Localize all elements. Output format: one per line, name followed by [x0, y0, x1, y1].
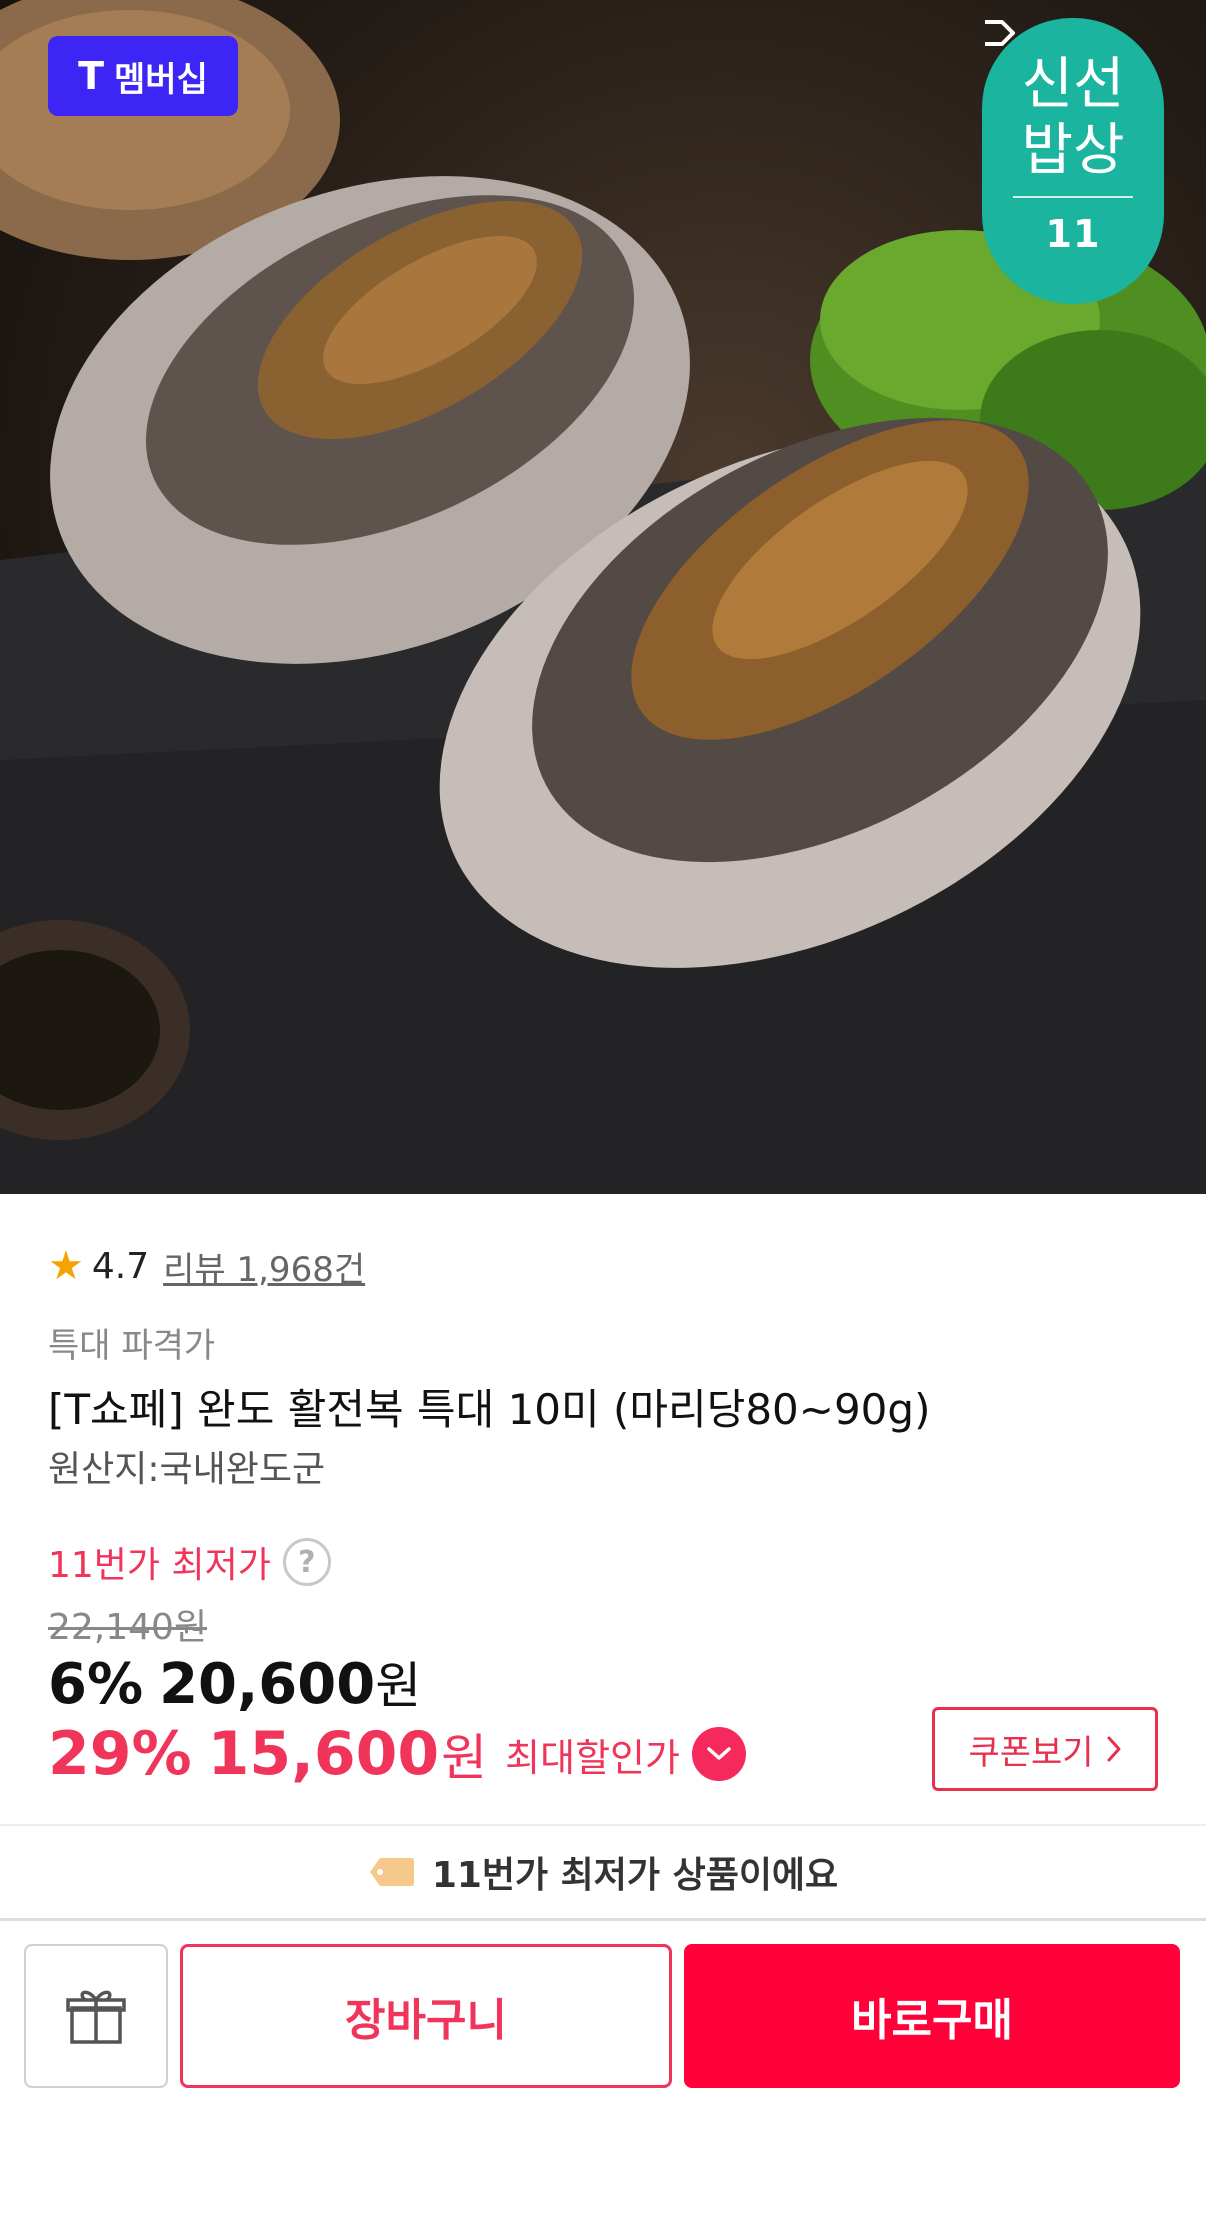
- lowest-price-banner: 11번가 최저가 상품이에요: [0, 1826, 1206, 1918]
- buy-now-button[interactable]: 바로구매: [684, 1944, 1180, 2088]
- product-page: T 멤버십 신선 밥상 11 ★ 4.7 리뷰 1,968건 특대 파격가 [T…: [0, 0, 1206, 2214]
- chevron-right-icon: [1107, 1736, 1121, 1762]
- lowest-price-banner-text: 11번가 최저가 상품이에요: [431, 1855, 839, 1896]
- fresh-badge-line2: 밥상: [1021, 118, 1125, 183]
- gift-button[interactable]: [24, 1944, 168, 2088]
- sale-price: 20,600: [159, 1652, 376, 1717]
- max-discount-currency: 원: [441, 1729, 488, 1787]
- product-origin: 원산지:국내완도군: [48, 1449, 326, 1490]
- arrow-shape-icon: [985, 20, 1015, 46]
- star-icon: ★: [48, 1243, 84, 1289]
- max-discount-percent: 29%: [48, 1719, 192, 1789]
- chevron-down-icon[interactable]: [691, 1727, 746, 1781]
- review-count-link[interactable]: 리뷰 1,968건: [163, 1242, 365, 1291]
- chevron-down-glyph: [707, 1747, 731, 1760]
- sale-price-row: 6% 20,600 원: [48, 1646, 421, 1718]
- view-coupons-button[interactable]: 쿠폰보기: [932, 1707, 1158, 1791]
- sale-currency: 원: [375, 1657, 422, 1715]
- view-coupons-label: 쿠폰보기: [968, 1733, 1094, 1772]
- action-bar-divider: [0, 1918, 1206, 1921]
- product-image[interactable]: T 멤버십 신선 밥상 11: [0, 0, 1206, 1194]
- gift-icon: [66, 1990, 126, 2044]
- add-to-cart-button[interactable]: 장바구니: [180, 1944, 672, 2088]
- fresh-badge-divider: [1013, 196, 1133, 198]
- rating-row: ★ 4.7 리뷰 1,968건: [48, 1240, 365, 1292]
- fresh-table-badge: 신선 밥상 11: [982, 18, 1164, 304]
- help-icon[interactable]: ?: [282, 1538, 331, 1586]
- fresh-badge-line1: 신선: [1021, 52, 1125, 117]
- product-title: [T쇼페] 완도 활전복 특대 10미 (마리당80~90g): [48, 1385, 931, 1434]
- max-discount-price: 15,600: [207, 1719, 440, 1789]
- lowest-price-label-row: 11번가 최저가 ?: [48, 1536, 331, 1588]
- price-tag-icon: [369, 1858, 414, 1886]
- rating-score: 4.7: [91, 1245, 150, 1287]
- t-membership-badge: T 멤버십: [48, 36, 238, 116]
- eleven-street-logo-icon: 11: [985, 20, 1101, 256]
- t-logo-icon: T: [78, 54, 105, 98]
- max-discount-row: 29% 15,600 원 최대할인가: [48, 1718, 746, 1790]
- product-subtitle: 특대 파격가: [48, 1326, 216, 1366]
- t-membership-label: 멤버십: [114, 59, 208, 100]
- max-discount-label: 최대할인가: [505, 1735, 680, 1780]
- fresh-badge-brand: 11: [1045, 212, 1101, 256]
- lowest-price-label: 11번가 최저가: [48, 1545, 271, 1586]
- original-price: 22,140원: [48, 1607, 208, 1648]
- sale-percent: 6%: [48, 1652, 144, 1717]
